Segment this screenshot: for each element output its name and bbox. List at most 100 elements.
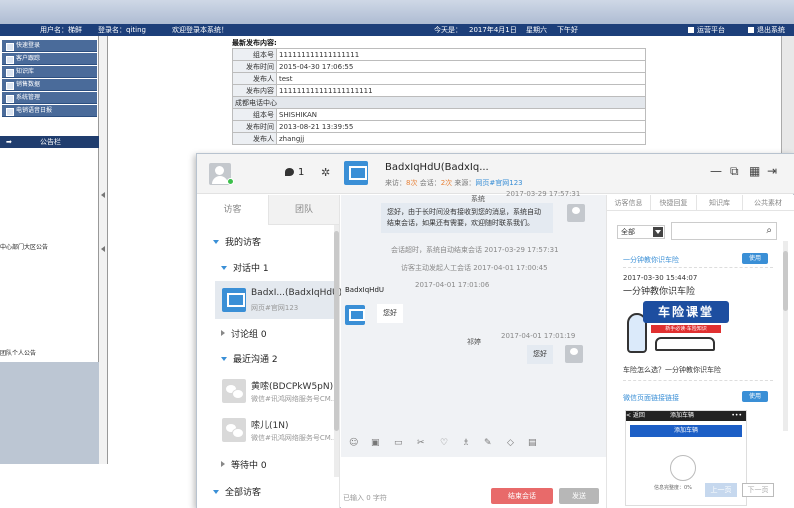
sidebar-item-3[interactable]: 销售数据: [2, 79, 97, 91]
visitor-scrollbar[interactable]: [334, 225, 339, 477]
visitor-message-time: 2017-04-01 17:01:06: [415, 281, 490, 289]
notice-start: 访客主动发起人工会话 2017-04-01 17:00:45: [401, 264, 548, 272]
search-icon[interactable]: ⌕: [766, 225, 772, 236]
sidebar-item-5[interactable]: 电销语音日报: [2, 105, 97, 117]
table-section-row: 成都电话中心: [232, 96, 646, 109]
conversation-panel: 2017-03-29 17:57:31 系统 您好，由于长时间没有接收到您的消息…: [341, 190, 606, 508]
group-discussion[interactable]: 讨论组 0: [221, 327, 267, 340]
transfer-icon[interactable]: ♗: [462, 438, 470, 448]
car-illustration: [655, 337, 715, 351]
splitter-bar[interactable]: [99, 36, 108, 464]
visitor-message: 您好: [377, 304, 403, 323]
arrow-right-icon: ➡: [6, 138, 12, 146]
note-icon[interactable]: ▤: [528, 438, 537, 448]
sidebar-blank-area: [0, 362, 99, 464]
car-icon: [670, 455, 696, 481]
gear-icon[interactable]: ✲: [321, 166, 330, 179]
input-toolbar: ☺ ▣ ▭ ✂ ♡ ♗ ✎ ◇ ▤: [341, 438, 606, 454]
search-input[interactable]: ⌕: [671, 222, 777, 240]
date-label: 今天是：: [434, 26, 462, 34]
top-info-bar: 用户名：梯鲜 登录名：qiting 欢迎登录本系统！ 今天是： 2017年4月1…: [0, 24, 794, 36]
wechat-icon: [222, 379, 246, 403]
notice-dept[interactable]: 中心部门大区公告: [0, 242, 48, 251]
prev-page-button[interactable]: 上一页: [705, 483, 737, 497]
end-session-button[interactable]: 结束会话: [491, 488, 553, 504]
material-scrollbar[interactable]: [783, 241, 788, 431]
group-all-visitors[interactable]: 全部访客: [213, 485, 261, 498]
platform-link[interactable]: 运营平台: [688, 24, 725, 36]
banner-title: 车险课堂: [643, 301, 729, 323]
folder-icon[interactable]: ▭: [394, 438, 403, 448]
use-button-2[interactable]: 使用: [742, 391, 768, 402]
exit-link[interactable]: 退出系统: [748, 24, 785, 36]
online-status-icon: [227, 178, 234, 185]
sidebar-item-2[interactable]: 知识库: [2, 66, 97, 78]
material-image[interactable]: 车险课堂 新手必读·车险知识: [625, 295, 733, 357]
tab-team[interactable]: 团队: [268, 195, 339, 225]
tag-icon[interactable]: ◇: [507, 438, 514, 448]
app-banner: [0, 0, 794, 24]
material-title-2[interactable]: 微信页面链接链接: [623, 393, 679, 403]
tab-visitors[interactable]: 访客: [197, 195, 268, 225]
notice-personal[interactable]: 团队个人公告: [0, 348, 36, 357]
grid-icon[interactable]: ▦: [749, 164, 760, 178]
category-select[interactable]: 全部: [617, 225, 665, 239]
visitor-item[interactable]: 黄嗦(BDCPkW5pN) 微信#讯鸿网络服务号CM...: [215, 372, 339, 410]
agent-message-time: 2017-04-01 17:01:19: [501, 332, 576, 340]
scissors-icon[interactable]: ✂: [417, 438, 425, 448]
heart-icon[interactable]: ♡: [440, 438, 448, 448]
char-counter: 已输入 0 字符: [343, 494, 387, 502]
right-scrollbar[interactable]: [781, 36, 794, 156]
tab-visitor-info[interactable]: 访客信息: [607, 195, 651, 211]
minimize-icon[interactable]: —: [710, 164, 722, 178]
edit-icon[interactable]: ✎: [484, 438, 492, 448]
sidebar-item-0[interactable]: 快速登录: [2, 40, 97, 52]
expand-icon: [221, 357, 227, 361]
group-my-visitors[interactable]: 我的访客: [213, 235, 261, 248]
chat-bubble-icon: [285, 168, 294, 176]
visitor-item-active[interactable]: BadxI...(BadxIqHdU) 网页#官网123: [215, 281, 342, 319]
monitor-icon: [222, 288, 246, 312]
platform-icon: [688, 27, 694, 33]
group-waiting[interactable]: 等待中 0: [221, 458, 267, 471]
next-page-button[interactable]: 下一页: [742, 483, 774, 497]
weekday: 星期六: [526, 26, 547, 34]
agent-message: 您好: [527, 345, 553, 364]
use-button[interactable]: 使用: [742, 253, 768, 264]
welcome-text: 欢迎登录本系统！: [172, 26, 228, 34]
phone-topbar: < 返回 添加车辆 •••: [626, 411, 746, 421]
exit-window-icon[interactable]: ⇥: [767, 164, 777, 178]
table-row: 发布人 zhangjj: [232, 132, 646, 145]
emoji-icon[interactable]: ☺: [349, 438, 358, 448]
system-message: 您好，由于长时间没有接收到您的消息，系统自动结束会话，如果还有需要，欢迎随时联系…: [381, 203, 553, 233]
collapse-icon: [221, 461, 225, 467]
material-title[interactable]: 一分钟教你识车险: [623, 255, 679, 265]
image-icon[interactable]: ▣: [371, 438, 380, 448]
notice-timeout: 会话超时，系统自动结束会话 2017-03-29 17:57:31: [391, 246, 559, 254]
group-in-chat[interactable]: 对话中 1: [221, 261, 269, 274]
visitor-item[interactable]: 嗦儿(1N) 微信#讯鸿网络服务号CM...: [215, 411, 339, 449]
material-date: 2017-03-30 15:44:07: [623, 274, 698, 282]
customer-meta: 来访：8次 会话：2次 来源：网页#官网123: [385, 179, 523, 187]
table-row: 组本号 111111111111111111: [232, 48, 646, 61]
phone-progress: 信息完整度：0%: [654, 485, 692, 491]
system-avatar: [567, 204, 585, 222]
sidebar-item-4[interactable]: 系统管理: [2, 92, 97, 104]
agent-avatar-small: [565, 345, 583, 363]
chat-count[interactable]: 1: [285, 167, 304, 178]
collapse-arrow-icon[interactable]: [101, 192, 105, 198]
latest-posts-title: 最新发布内容:: [232, 39, 277, 47]
login-name: 登录名：qiting: [98, 26, 146, 34]
message-input[interactable]: 已输入 0 字符 结束会话 发送: [341, 457, 606, 508]
group-recent[interactable]: 最近沟通 2: [221, 352, 278, 365]
visitor-avatar-icon: [345, 305, 365, 325]
table-row: 发布时间 2013-08-21 13:39:55: [232, 120, 646, 133]
tab-knowledge[interactable]: 知识库: [697, 195, 743, 211]
tab-quick-reply[interactable]: 快捷回复: [651, 195, 697, 211]
collapse-arrow-icon-2[interactable]: [101, 246, 105, 252]
restore-icon[interactable]: ⧉: [730, 164, 739, 179]
send-button[interactable]: 发送: [559, 488, 599, 504]
user-name: 用户名：梯鲜: [40, 26, 82, 34]
tab-public-material[interactable]: 公共素材: [743, 195, 793, 211]
sidebar-item-1[interactable]: 客户跟踪: [2, 53, 97, 65]
